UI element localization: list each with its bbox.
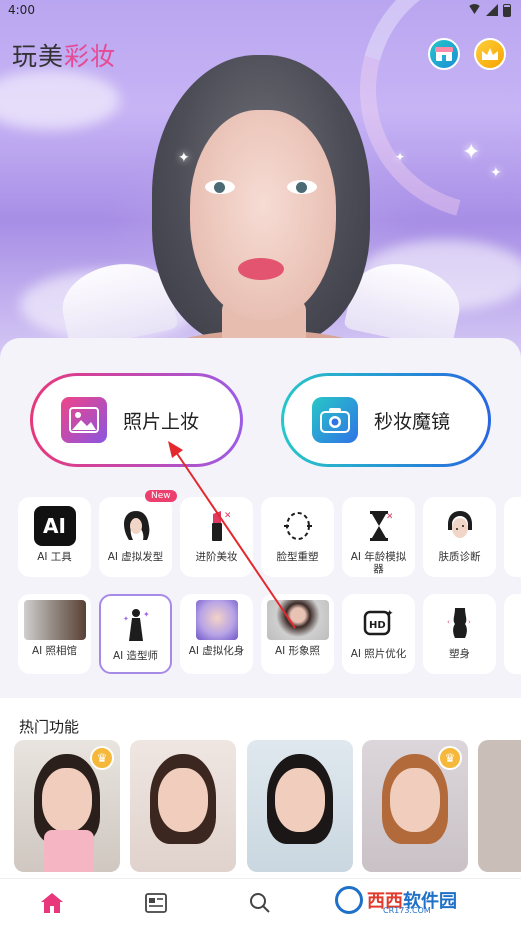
model-eye: [205, 180, 235, 194]
tool-label: AI 虚拟发型: [107, 551, 164, 563]
section-title: 热门功能: [19, 718, 80, 736]
vip-crown-icon[interactable]: [474, 38, 506, 70]
stylist-icon: ✦ ✦: [115, 605, 157, 645]
feature-card-partial[interactable]: [478, 740, 521, 872]
hourglass-icon: ✕: [358, 506, 400, 546]
status-time: 4:00: [8, 3, 35, 17]
vip-crown-icon: ♛: [438, 746, 462, 770]
app-title: 玩美彩妆: [12, 37, 116, 73]
feature-card[interactable]: ♛: [362, 740, 468, 872]
tool-skin-diagnosis[interactable]: 肤质诊断: [423, 497, 496, 577]
tool-label: AI 照相馆: [31, 645, 78, 657]
vip-crown-icon: ♛: [90, 746, 114, 770]
store-icon[interactable]: [428, 38, 460, 70]
model-face: [190, 110, 336, 320]
svg-text:›: ›: [468, 618, 471, 626]
body-shape-icon: ‹ ›: [439, 603, 481, 643]
tool-ai-portrait[interactable]: AI 形象照: [261, 594, 334, 674]
tool-label: 肤质诊断: [438, 551, 481, 563]
hairstyle-icon: [115, 506, 157, 546]
skin-diagnosis-icon: [439, 506, 481, 546]
tool-label: 脸型重塑: [276, 551, 319, 563]
signal-icon: [486, 4, 498, 16]
tool-age-simulator[interactable]: ✕ AI 年龄模拟器: [342, 497, 415, 577]
tool-label: AI 形象照: [274, 645, 321, 657]
svg-text:✦: ✦: [123, 615, 129, 623]
wifi-icon: [468, 4, 481, 14]
ai-icon: AI: [33, 506, 76, 546]
card-model-dress: [44, 830, 94, 872]
tool-face-reshape[interactable]: 脸型重塑: [261, 497, 334, 577]
battery-icon: [503, 4, 511, 17]
photo-makeup-label: 照片上妆: [123, 410, 200, 433]
tool-ai-tools[interactable]: AI AI 工具: [18, 497, 91, 577]
watermark-logo-icon: [335, 886, 363, 914]
model-eye: [287, 180, 317, 194]
cloud-decoration: [0, 70, 120, 130]
tool-label: AI 工具: [37, 551, 72, 563]
photo-makeup-button[interactable]: 照片上妆: [30, 373, 243, 467]
photo-studio-thumb: [23, 600, 86, 640]
svg-text:✦: ✦: [143, 610, 150, 619]
face-reshape-icon: [277, 506, 319, 546]
news-icon[interactable]: [142, 891, 170, 915]
sparkle-icon: ✦: [462, 140, 481, 165]
image-icon: [61, 397, 107, 443]
sparkle-icon: ✦: [395, 150, 406, 164]
model-lips: [238, 258, 284, 280]
card-model-face: [158, 768, 208, 832]
sparkle-icon: ✦: [490, 165, 502, 181]
svg-text:✕: ✕: [386, 512, 392, 522]
hd-icon: HD ✦: [358, 603, 400, 643]
tool-photo-enhance[interactable]: HD ✦ AI 照片优化: [342, 594, 415, 674]
app-title-part2: 彩妆: [64, 42, 117, 71]
avatar-thumb: [195, 600, 238, 640]
tool-ai-stylist[interactable]: ✦ ✦ AI 造型师: [99, 594, 172, 674]
tool-photo-studio[interactable]: AI 照相馆: [18, 594, 91, 674]
tool-advanced-makeup[interactable]: ✕ 进阶美妆: [180, 497, 253, 577]
card-model-face: [42, 768, 92, 832]
home-icon[interactable]: [38, 891, 66, 915]
tool-partial[interactable]: [504, 594, 521, 674]
tool-label: AI 照片优化: [350, 648, 407, 660]
camera-icon: [312, 397, 358, 443]
svg-text:HD: HD: [369, 620, 386, 631]
portrait-thumb: [266, 600, 329, 640]
sparkle-icon: ✦: [178, 150, 190, 166]
feature-card[interactable]: ♛: [14, 740, 120, 872]
live-mirror-button[interactable]: 秒妆魔镜: [281, 373, 491, 467]
tool-label: 塑身: [449, 648, 470, 660]
tool-label: AI 年龄模拟器: [350, 551, 407, 575]
feature-card[interactable]: [247, 740, 353, 872]
svg-text:✕: ✕: [224, 511, 230, 521]
hot-features-list: ♛ ♛: [0, 740, 521, 872]
tool-label: AI 造型师: [112, 650, 159, 662]
watermark-logo: 西西 软件园 CR173.COM: [335, 880, 521, 920]
tool-virtual-avatar[interactable]: AI 虚拟化身: [180, 594, 253, 674]
svg-text:✦: ✦: [386, 609, 394, 619]
svg-text:‹: ‹: [447, 618, 450, 626]
card-model-face: [390, 768, 440, 832]
app-title-part1: 玩美: [12, 42, 65, 71]
lipstick-icon: ✕: [196, 506, 238, 546]
tool-label: 进阶美妆: [195, 551, 238, 563]
status-bar: 4:00: [0, 0, 521, 22]
tool-label: AI 虚拟化身: [188, 645, 245, 657]
card-model-face: [275, 768, 325, 832]
tool-body-shape[interactable]: ‹ › 塑身: [423, 594, 496, 674]
watermark-url: CR173.COM: [383, 906, 431, 915]
feature-card[interactable]: [130, 740, 236, 872]
new-badge: New: [145, 490, 177, 502]
tool-virtual-hairstyle[interactable]: AI 虚拟发型: [99, 497, 172, 577]
live-mirror-label: 秒妆魔镜: [374, 410, 451, 433]
tool-partial[interactable]: [504, 497, 521, 577]
search-icon[interactable]: [246, 891, 274, 915]
